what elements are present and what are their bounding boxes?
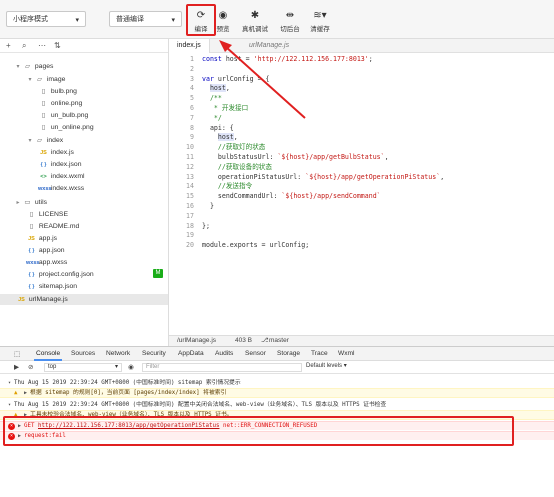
annotation-arrow <box>219 40 306 119</box>
